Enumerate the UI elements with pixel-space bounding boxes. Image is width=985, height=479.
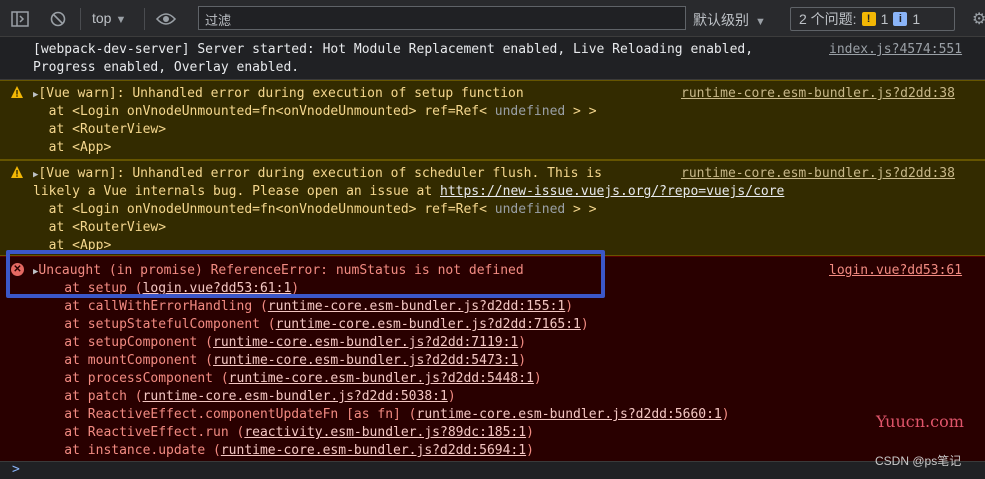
message-text: Progress enabled, Overlay enabled. bbox=[33, 60, 300, 75]
stack-function: at patch ( bbox=[33, 389, 143, 404]
stack-function: at callWithErrorHandling ( bbox=[33, 299, 268, 314]
stack-function: at setupStatefulComponent ( bbox=[33, 317, 276, 332]
source-link[interactable]: runtime-core.esm-bundler.js?d2dd:38 bbox=[681, 85, 955, 103]
message-text: [Vue warn]: Unhandled error during execu… bbox=[38, 86, 524, 101]
log-levels-dropdown[interactable]: 默认级别 ▼ bbox=[693, 10, 766, 30]
highlight-box bbox=[6, 250, 605, 298]
prompt-chevron-icon: > bbox=[12, 462, 20, 477]
stack-line-end: ) bbox=[526, 425, 534, 440]
stack-line: at ReactiveEffect.run (reactivity.esm-bu… bbox=[33, 424, 534, 442]
stack-line-end: ) bbox=[533, 371, 542, 386]
stack-location-link[interactable]: runtime-core.esm-bundler.js?d2dd:5038:1 bbox=[143, 389, 448, 404]
warning-icon bbox=[11, 86, 23, 98]
warning-issue-icon: ! bbox=[861, 12, 876, 26]
issue-link[interactable]: https://new-issue.vuejs.org/?repo=vuejs/… bbox=[440, 184, 784, 199]
stack-line: at patch (runtime-core.esm-bundler.js?d2… bbox=[33, 388, 456, 406]
console-message-warning: ▶[Vue warn]: Unhandled error during exec… bbox=[0, 160, 985, 256]
stack-line: at processComponent (runtime-core.esm-bu… bbox=[33, 370, 542, 388]
stack-undefined: undefined bbox=[494, 202, 566, 217]
sidebar-toggle-icon[interactable] bbox=[10, 9, 30, 29]
message-text: likely a Vue internals bug. Please open … bbox=[33, 184, 440, 199]
stack-location-link[interactable]: runtime-core.esm-bundler.js?d2dd:155:1 bbox=[268, 299, 565, 314]
console-message-warning: ▶[Vue warn]: Unhandled error during exec… bbox=[0, 80, 985, 160]
stack-location-link[interactable]: runtime-core.esm-bundler.js?d2dd:5660:1 bbox=[417, 407, 722, 422]
watermark-site: Yuucn.com bbox=[876, 412, 964, 431]
stack-location-link[interactable]: runtime-core.esm-bundler.js?d2dd:7165:1 bbox=[276, 317, 581, 332]
stack-line-end: > > bbox=[565, 202, 597, 217]
stack-function: at ReactiveEffect.run ( bbox=[33, 425, 245, 440]
stack-location-link[interactable]: reactivity.esm-bundler.js?89dc:185:1 bbox=[244, 425, 526, 440]
stack-line: at <App> bbox=[33, 140, 112, 155]
stack-function: at processComponent ( bbox=[33, 371, 229, 386]
stack-line: at <Login onVnodeUnmounted=fn<onVnodeUnm… bbox=[33, 104, 495, 119]
stack-undefined: undefined bbox=[494, 104, 566, 119]
stack-line-end: ) bbox=[518, 335, 527, 350]
message-text: [webpack-dev-server] Server started: Hot… bbox=[33, 42, 754, 57]
stack-line: at ReactiveEffect.componentUpdateFn [as … bbox=[33, 406, 730, 424]
stack-line-end: ) bbox=[518, 353, 527, 368]
chevron-down-icon: ▼ bbox=[115, 14, 127, 26]
stack-line: at mountComponent (runtime-core.esm-bund… bbox=[33, 352, 526, 370]
eye-icon[interactable] bbox=[156, 9, 176, 29]
stack-line-end: ) bbox=[565, 299, 574, 314]
stack-line-end: ) bbox=[447, 389, 456, 404]
stack-line: at <RouterView> bbox=[33, 220, 167, 235]
stack-line-end: > > bbox=[565, 104, 597, 119]
stack-location-link[interactable]: runtime-core.esm-bundler.js?d2dd:5694:1 bbox=[221, 443, 526, 458]
stack-location-link[interactable]: runtime-core.esm-bundler.js?d2dd:5448:1 bbox=[229, 371, 534, 386]
gear-icon[interactable]: ⚙ bbox=[972, 9, 985, 29]
issues-label: 2 个问题: bbox=[799, 11, 857, 27]
context-label: top bbox=[92, 10, 112, 26]
stack-function: at setupComponent ( bbox=[33, 335, 214, 350]
stack-location-link[interactable]: runtime-core.esm-bundler.js?d2dd:5473:1 bbox=[213, 353, 518, 368]
divider bbox=[144, 8, 145, 30]
chevron-down-icon: ▼ bbox=[755, 16, 766, 28]
console-toolbar: top ▼ 过滤 默认级别 ▼ 2 个问题: ! 1 i 1 ⚙ bbox=[0, 0, 985, 37]
context-selector[interactable]: top ▼ bbox=[92, 10, 126, 26]
source-link[interactable]: login.vue?dd53:61 bbox=[829, 262, 962, 280]
clear-console-icon[interactable] bbox=[48, 9, 68, 29]
levels-label: 默认级别 bbox=[693, 12, 749, 28]
warning-issue-count: 1 bbox=[880, 11, 889, 27]
issues-button[interactable]: 2 个问题: ! 1 i 1 bbox=[790, 7, 955, 31]
stack-function: at ReactiveEffect.componentUpdateFn [as … bbox=[33, 407, 417, 422]
info-issue-icon: i bbox=[893, 12, 908, 26]
stack-location-link[interactable]: runtime-core.esm-bundler.js?d2dd:7119:1 bbox=[213, 335, 518, 350]
stack-line: at <Login onVnodeUnmounted=fn<onVnodeUnm… bbox=[33, 202, 495, 217]
source-link[interactable]: runtime-core.esm-bundler.js?d2dd:38 bbox=[681, 165, 955, 183]
stack-line: at callWithErrorHandling (runtime-core.e… bbox=[33, 298, 573, 316]
stack-line: at setupComponent (runtime-core.esm-bund… bbox=[33, 334, 526, 352]
divider bbox=[80, 8, 81, 30]
stack-line: at setupStatefulComponent (runtime-core.… bbox=[33, 316, 589, 334]
source-link[interactable]: index.js?4574:551 bbox=[829, 41, 962, 59]
stack-line-end: ) bbox=[721, 407, 730, 422]
info-issue-count: 1 bbox=[912, 11, 921, 27]
stack-line-end: ) bbox=[580, 317, 589, 332]
console-prompt[interactable]: > bbox=[0, 461, 985, 479]
stack-line: at <RouterView> bbox=[33, 122, 167, 137]
stack-function: at mountComponent ( bbox=[33, 353, 214, 368]
stack-function: at instance.update ( bbox=[33, 443, 221, 458]
console-message-info: [webpack-dev-server] Server started: Hot… bbox=[0, 38, 985, 80]
stack-line-end: ) bbox=[526, 443, 534, 458]
filter-input[interactable]: 过滤 bbox=[198, 6, 686, 30]
watermark-credit: CSDN @ps笔记 bbox=[875, 454, 962, 468]
warning-icon bbox=[11, 166, 23, 178]
stack-line: at instance.update (runtime-core.esm-bun… bbox=[33, 442, 534, 460]
message-text: [Vue warn]: Unhandled error during execu… bbox=[38, 166, 602, 181]
